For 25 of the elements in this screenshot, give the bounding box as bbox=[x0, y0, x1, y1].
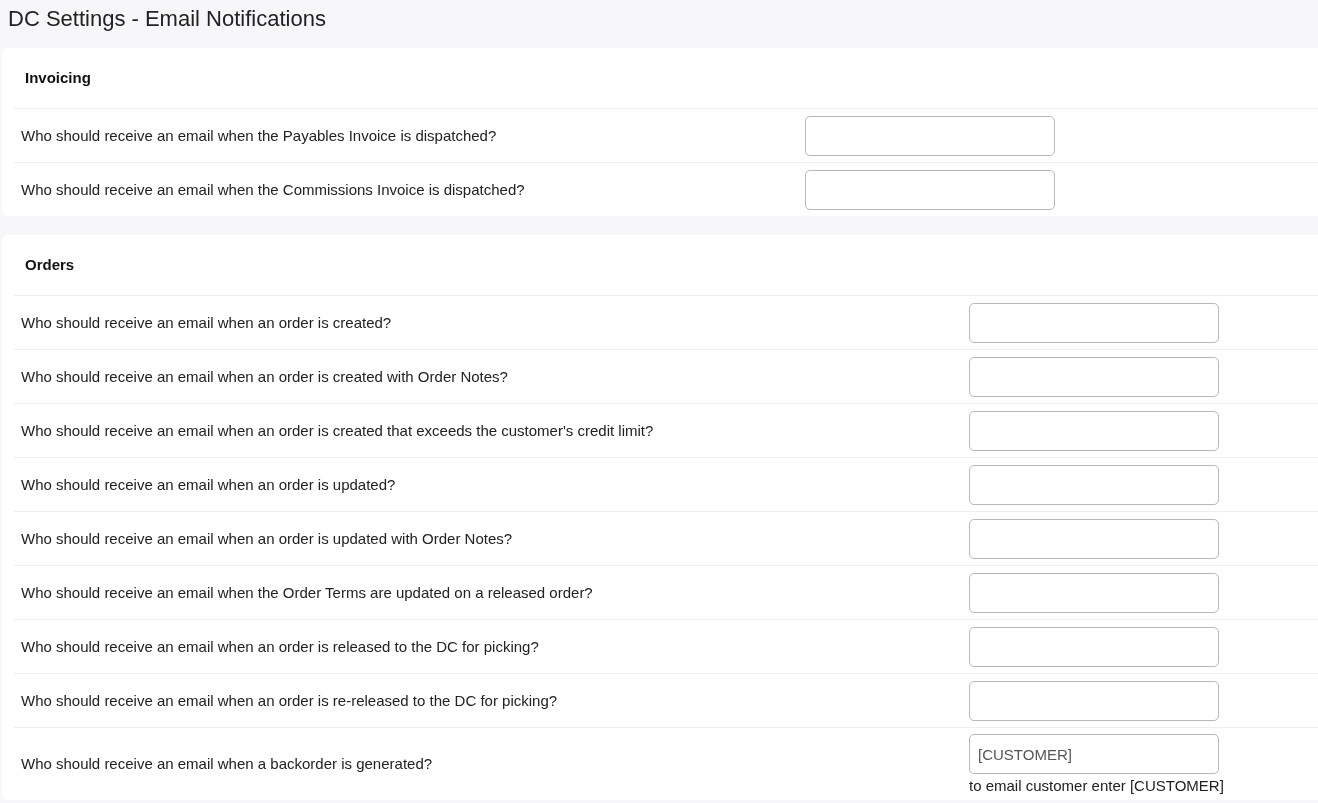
question-label: Who should receive an email when an order is re-released to the DC for picking? bbox=[20, 691, 559, 711]
page-title: DC Settings - Email Notifications bbox=[8, 5, 327, 33]
question-label: Who should receive an email when an order is released to the DC for picking? bbox=[20, 637, 540, 657]
question-label: Who should receive an email when an order is created? bbox=[20, 313, 393, 333]
question-label: Who should receive an email when an order is updated? bbox=[20, 475, 397, 495]
question-label: Who should receive an email when an order is created with Order Notes? bbox=[20, 367, 509, 387]
question-label: Who should receive an email when the Order Terms are updated on a released order? bbox=[20, 583, 594, 603]
email-input-field[interactable] bbox=[969, 303, 1219, 343]
email-input-field[interactable] bbox=[969, 681, 1219, 721]
email-input-field[interactable]: [CUSTOMER] bbox=[969, 734, 1219, 774]
section-title: Orders bbox=[24, 255, 76, 275]
email-input-field[interactable] bbox=[969, 519, 1219, 559]
email-input-field[interactable] bbox=[969, 411, 1219, 451]
email-input-field[interactable] bbox=[969, 627, 1219, 667]
email-input-field[interactable] bbox=[805, 170, 1055, 210]
email-input-field[interactable] bbox=[969, 573, 1219, 613]
question-label: Who should receive an email when the Commissions Invoice is dispatched? bbox=[20, 180, 526, 200]
question-label: Who should receive an email when a backorder is generated? bbox=[20, 754, 434, 774]
email-input-field[interactable] bbox=[805, 116, 1055, 156]
email-input-field[interactable] bbox=[969, 465, 1219, 505]
email-input-field[interactable] bbox=[969, 357, 1219, 397]
question-label: Who should receive an email when an order is updated with Order Notes? bbox=[20, 529, 514, 549]
question-label: Who should receive an email when the Payables Invoice is dispatched? bbox=[20, 126, 498, 146]
section-title: Invoicing bbox=[24, 68, 92, 88]
question-label: Who should receive an email when an order is created that exceeds the customer's credit limit? bbox=[20, 421, 655, 441]
